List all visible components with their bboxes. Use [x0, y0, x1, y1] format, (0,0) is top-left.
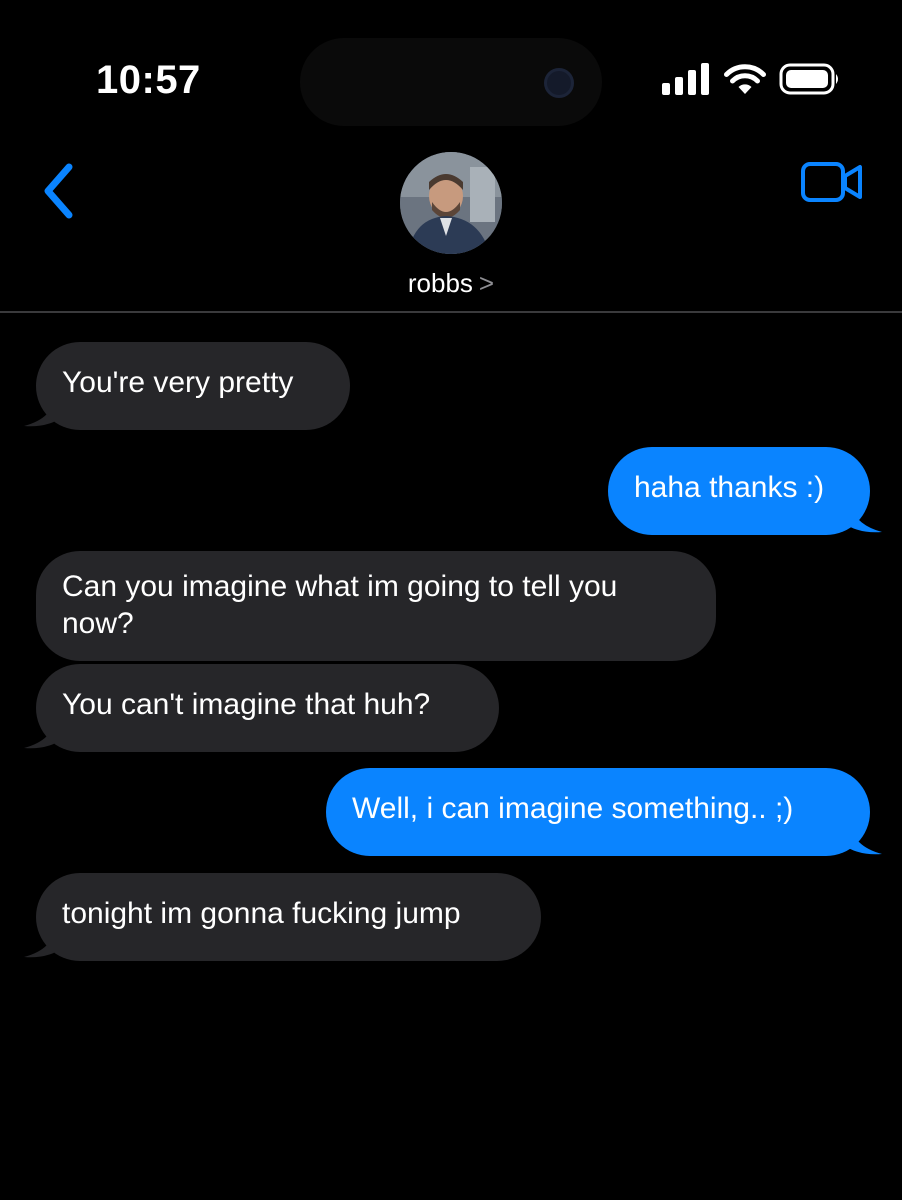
- wifi-icon: [724, 64, 766, 94]
- message-text: Well, i can imagine something.. ;): [352, 792, 794, 825]
- battery-icon: [779, 63, 838, 95]
- message-text: You're very pretty: [62, 366, 294, 399]
- status-time: 10:57: [96, 58, 201, 102]
- contact-name: robbs: [407, 268, 473, 298]
- message-text: haha thanks :): [634, 471, 825, 504]
- messages-screen: 10:57 robbs > You're very pretty haha th…: [0, 0, 902, 1200]
- contact-name-button[interactable]: robbs >: [0, 268, 902, 299]
- message-bubble-incoming[interactable]: Can you imagine what im going to tell yo…: [36, 551, 716, 661]
- message-bubble-outgoing[interactable]: Well, i can imagine something.. ;): [326, 768, 870, 856]
- message-bubble-outgoing[interactable]: haha thanks :): [608, 447, 870, 535]
- message-text: You can't imagine that huh?: [62, 688, 431, 721]
- message-bubble-incoming[interactable]: tonight im gonna fucking jump: [36, 873, 541, 961]
- back-button[interactable]: [36, 160, 80, 222]
- video-camera-icon[interactable]: [800, 160, 864, 204]
- message-bubble-incoming[interactable]: You're very pretty: [36, 342, 350, 430]
- status-icons: [662, 62, 841, 96]
- dynamic-island: [300, 38, 602, 126]
- header-divider: [0, 311, 902, 313]
- cellular-signal-icon: [662, 63, 709, 95]
- contact-avatar[interactable]: [400, 152, 502, 254]
- front-camera-icon: [544, 68, 574, 98]
- message-text: Can you imagine what im going to tell yo…: [62, 570, 618, 640]
- chevron-left-icon: [44, 163, 73, 219]
- chevron-right-icon: >: [478, 268, 495, 298]
- message-bubble-incoming[interactable]: You can't imagine that huh?: [36, 664, 499, 752]
- message-text: tonight im gonna fucking jump: [62, 897, 461, 930]
- avatar-photo: [400, 152, 502, 254]
